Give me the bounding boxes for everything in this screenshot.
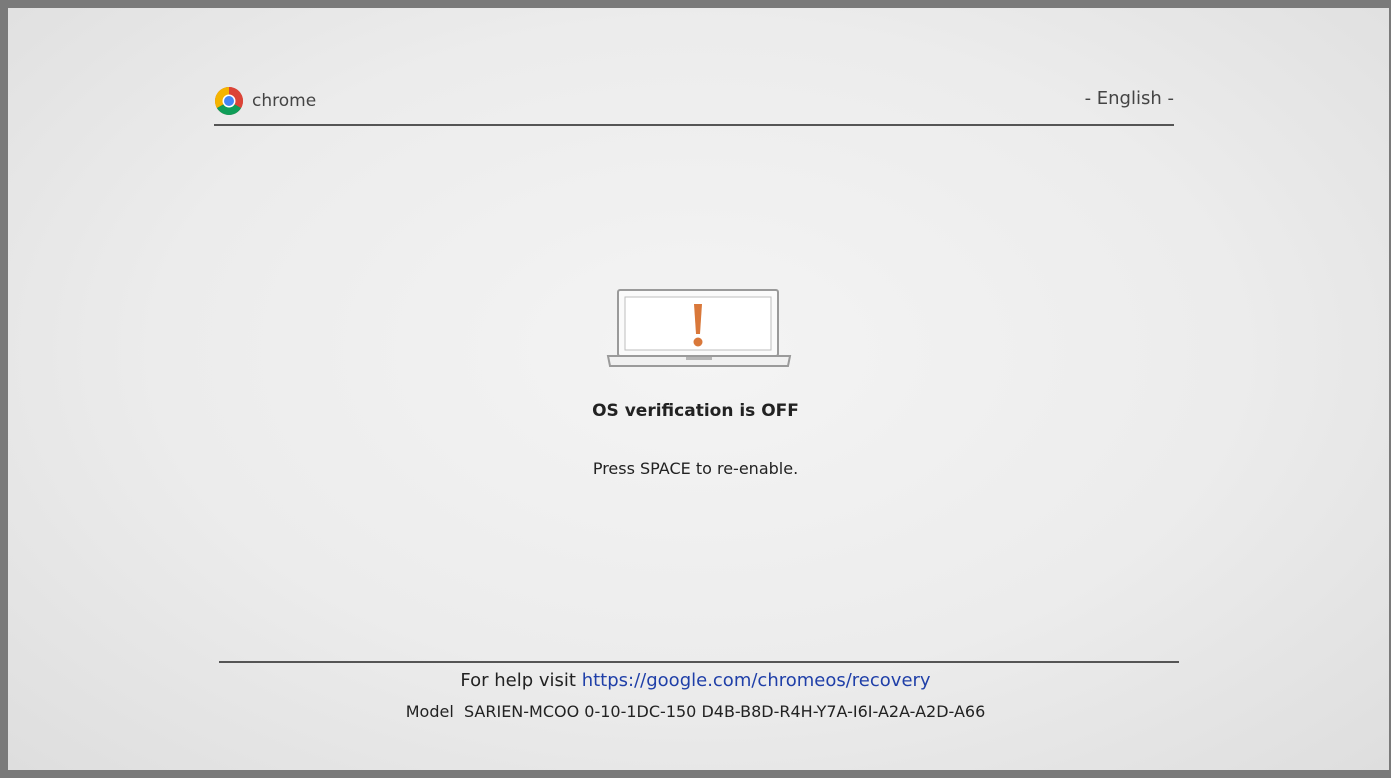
footer-divider [219, 661, 1179, 663]
logo-text: chrome [252, 91, 317, 111]
reenable-instruction: Press SPACE to re-enable. [592, 459, 799, 478]
help-link[interactable]: https://google.com/chromeos/recovery [582, 670, 931, 691]
help-prefix: For help visit [460, 670, 576, 691]
verification-status-title: OS verification is OFF [592, 401, 799, 421]
chrome-logo-icon [214, 86, 244, 116]
model-value: SARIEN-MCOO 0-10-1DC-150 D4B-B8D-R4H-Y7A… [463, 702, 986, 721]
laptop-warning-icon [606, 286, 792, 372]
header: chrome - English - [214, 86, 1174, 116]
chrome-logo: chrome [214, 86, 316, 116]
header-divider [214, 124, 1174, 126]
model-label: Model [405, 702, 454, 721]
language-selector[interactable]: - English - [1085, 88, 1174, 109]
help-line: For help visit https://google.com/chrome… [0, 670, 1391, 691]
model-line: Model SARIEN-MCOO 0-10-1DC-150 D4B-B8D-R… [0, 702, 1391, 721]
recovery-screen [8, 8, 1389, 770]
